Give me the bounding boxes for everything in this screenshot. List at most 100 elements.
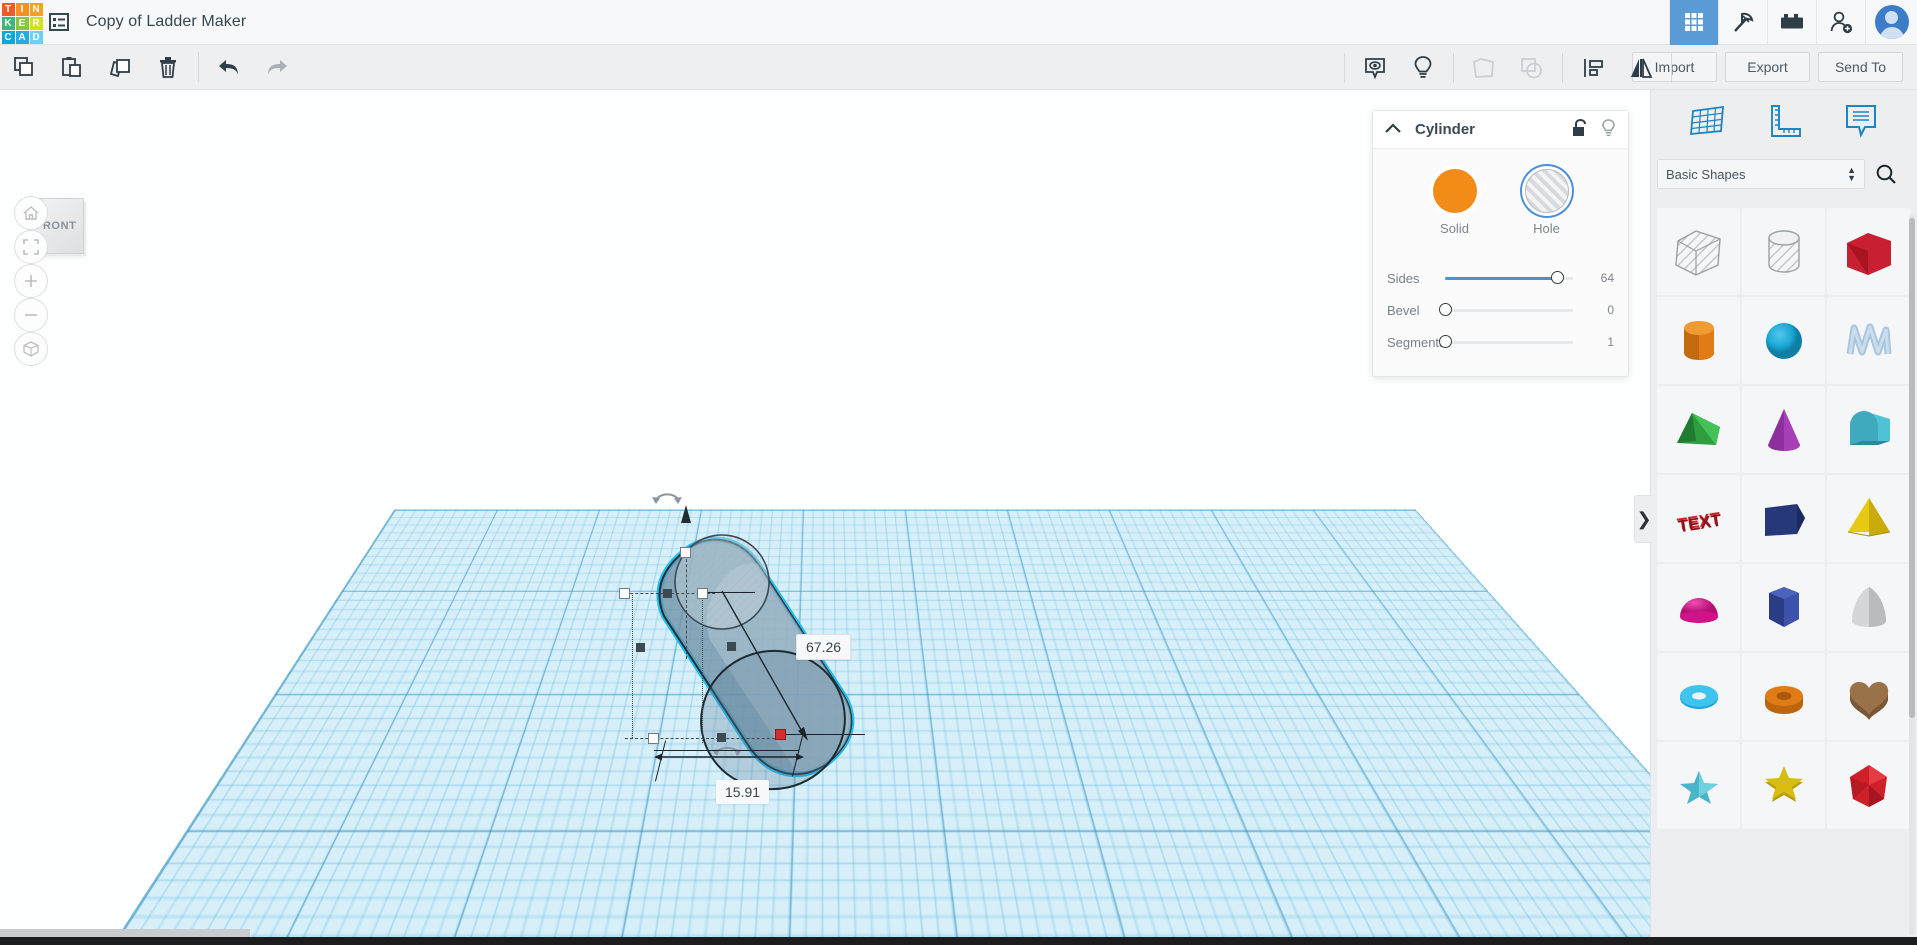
duplicate-icon[interactable] [96,45,144,90]
perspective-toggle-button[interactable] [14,332,48,366]
logo-tile-e: E [16,17,29,30]
lego-brick-icon[interactable] [1767,0,1816,45]
group-icon[interactable] [1460,45,1508,90]
bottom-scrollbar[interactable] [0,929,250,937]
sidebar-tools [1651,90,1917,152]
copy-icon[interactable] [0,45,48,90]
pickaxe-icon[interactable] [1718,0,1767,45]
search-icon[interactable] [1869,158,1903,190]
note-icon[interactable] [1834,98,1888,144]
zoom-in-button[interactable] [14,264,48,298]
logo-tile-a: A [16,31,29,44]
tinkercad-logo[interactable]: TINKERCAD [0,0,42,45]
shape-tube[interactable] [1742,653,1825,740]
shape-roof[interactable] [1827,386,1910,473]
toolbar-divider [198,52,199,82]
shape-wedge[interactable] [1657,386,1740,473]
handle-bottom-mid[interactable] [717,733,726,742]
mirror-icon[interactable] [1617,45,1665,90]
hole-mode-option[interactable]: Hole [1525,169,1569,236]
hole-label: Hole [1533,221,1560,236]
undo-icon[interactable] [205,45,253,90]
export-button[interactable]: Export [1725,52,1810,82]
chevron-up-icon[interactable] [1385,122,1401,137]
shape-scribble[interactable] [1827,297,1910,384]
shape-properties-panel: Cylinder Solid [1372,110,1629,377]
shape-star-teal[interactable] [1657,742,1740,829]
shape-half-sphere[interactable] [1657,564,1740,651]
bbox-dash-center-v [686,554,687,659]
shape-hole-cylinder[interactable] [1742,208,1825,295]
bevel-label: Bevel [1387,303,1441,318]
handle-side-right[interactable] [727,642,736,651]
shapes-grid: TEXT TEXT [1651,208,1917,945]
delete-icon[interactable] [144,45,192,90]
shape-hexagon-prism[interactable] [1742,564,1825,651]
solid-label: Solid [1440,221,1469,236]
shape-sphere[interactable] [1742,297,1825,384]
handle-corner-active[interactable] [775,729,786,740]
chevron-right-icon[interactable]: ❯ [1634,495,1653,543]
align-icon[interactable] [1569,45,1617,90]
list-icon[interactable] [42,0,76,45]
shape-pyramid[interactable] [1827,475,1910,562]
handle-top-center[interactable] [680,547,691,558]
measure-arrow-length [712,585,832,745]
sides-slider-knob[interactable] [1551,271,1564,284]
lightbulb-icon[interactable] [1601,119,1616,141]
fit-to-view-button[interactable] [14,230,48,264]
measurement-width[interactable]: 15.91 [716,780,769,804]
bevel-slider[interactable] [1445,309,1573,312]
measurement-length[interactable]: 67.26 [796,634,851,660]
shape-star-yellow[interactable] [1742,742,1825,829]
hole-swatch [1525,169,1569,213]
handle-left-top[interactable] [619,588,630,599]
sidebar-search-row: Basic Shapes ▲▼ [1651,152,1917,196]
sides-slider[interactable] [1445,277,1573,280]
ungroup-icon[interactable] [1508,45,1556,90]
shape-polygon-prism[interactable] [1742,475,1825,562]
shape-cylinder[interactable] [1657,297,1740,384]
handle-side-left[interactable] [636,643,645,652]
show-hide-icon[interactable] [1351,45,1399,90]
shape-category-value: Basic Shapes [1666,167,1746,182]
segments-slider-knob[interactable] [1439,335,1452,348]
shape-paraboloid[interactable] [1827,564,1910,651]
send-to-button[interactable]: Send To [1818,52,1903,82]
segments-slider[interactable] [1445,341,1573,344]
avatar[interactable] [1865,0,1917,45]
lightbulb-icon[interactable] [1399,45,1447,90]
shape-category-select[interactable]: Basic Shapes ▲▼ [1657,159,1865,189]
solid-mode-option[interactable]: Solid [1433,169,1477,236]
sides-label: Sides [1387,271,1441,286]
shape-polyhedron[interactable] [1827,742,1910,829]
unlocked-padlock-icon[interactable] [1572,119,1587,140]
paste-icon[interactable] [48,45,96,90]
edit-toolbar: Import Export Send To [0,45,1917,90]
bevel-slider-row: Bevel 0 [1373,294,1628,326]
top-bar-right-icons [1669,0,1917,45]
redo-icon[interactable] [253,45,301,90]
shape-heart[interactable] [1827,653,1910,740]
bevel-slider-knob[interactable] [1439,303,1452,316]
grid-apps-icon[interactable] [1669,0,1718,45]
handle-right-top[interactable] [697,588,708,599]
home-view-button[interactable] [14,196,48,230]
handle-mid-left[interactable] [663,589,672,598]
workplane-icon[interactable] [1680,98,1734,144]
bbox-dash-diag [702,595,703,743]
add-person-icon[interactable] [1816,0,1865,45]
page-title: Copy of Ladder Maker [86,13,246,31]
ruler-icon[interactable] [1757,98,1811,144]
top-bar: TINKERCAD Copy of Ladder Maker [0,0,1917,45]
sidebar-scrollbar-thumb[interactable] [1909,218,1915,718]
shape-cone[interactable] [1742,386,1825,473]
zoom-out-button[interactable] [14,298,48,332]
handle-left-bottom[interactable] [648,733,659,744]
shape-hole-box[interactable] [1657,208,1740,295]
shape-torus[interactable] [1657,653,1740,740]
height-handle[interactable] [678,505,694,528]
shape-text[interactable]: TEXT TEXT [1657,475,1740,562]
logo-tile-t: T [2,3,15,16]
shape-box[interactable] [1827,208,1910,295]
